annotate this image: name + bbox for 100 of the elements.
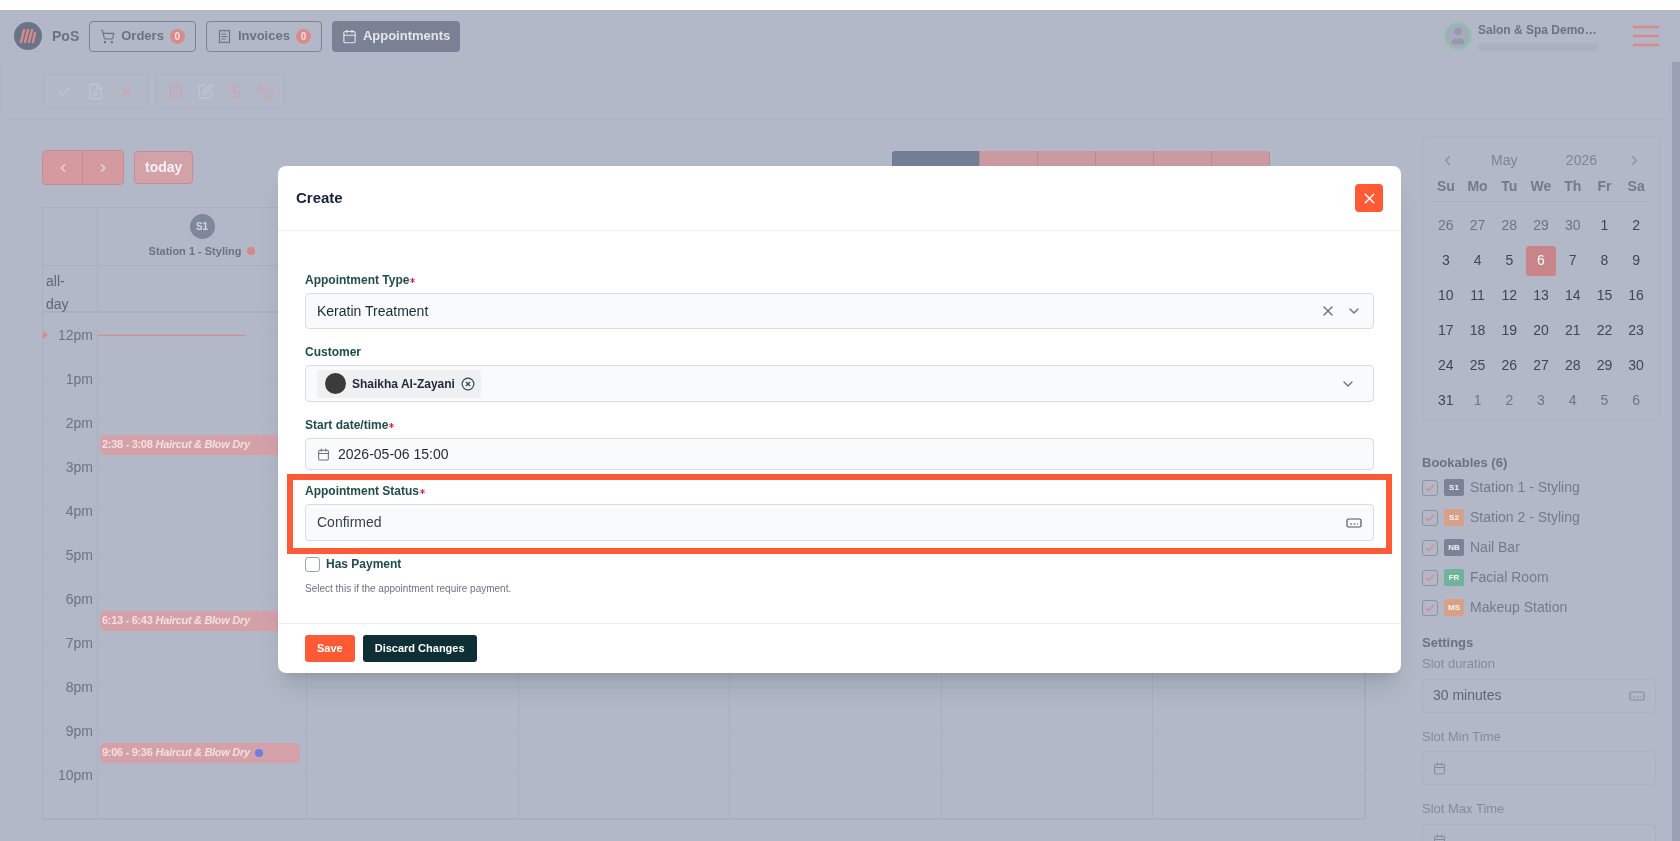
trash-icon[interactable] xyxy=(167,82,184,100)
day-cell[interactable]: 7 xyxy=(1557,245,1588,276)
resource-label: Makeup Station xyxy=(1470,598,1568,617)
select-field[interactable]: Keratin Treatment xyxy=(305,293,1374,329)
select-field[interactable]: 30 minutes xyxy=(1422,678,1656,713)
resource-badge: S1 xyxy=(1444,479,1464,496)
day-cell[interactable]: 17 xyxy=(1430,315,1461,346)
day-cell[interactable]: 28 xyxy=(1494,210,1525,241)
resource-avatar: S1 xyxy=(189,213,215,239)
all-day-label: all-day xyxy=(46,272,70,314)
user-name: Salon & Spa Demo… xyxy=(1478,22,1598,39)
day-cell[interactable]: 6 xyxy=(1526,245,1556,276)
resource-label: Station 2 - Styling xyxy=(1470,508,1580,527)
checkbox[interactable] xyxy=(1422,569,1438,586)
day-cell[interactable]: 25 xyxy=(1462,350,1493,381)
day-cell[interactable]: 18 xyxy=(1462,315,1493,346)
count-badge: 0 xyxy=(169,28,185,44)
day-cell[interactable]: 11 xyxy=(1462,280,1493,311)
section-title: Settings xyxy=(1422,633,1475,652)
weekday-label: Fr xyxy=(1596,177,1613,196)
event-title: Haircut & Blow Dry xyxy=(155,613,250,629)
day-cell[interactable]: 14 xyxy=(1557,280,1588,311)
resource-badge: MS xyxy=(1444,599,1464,616)
close-button[interactable] xyxy=(1355,184,1383,212)
avatar-placeholder xyxy=(325,373,346,394)
day-cell[interactable]: 1 xyxy=(1589,210,1620,241)
discard-button[interactable]: Discard Changes xyxy=(362,635,477,662)
select-icon xyxy=(1629,690,1645,701)
multi-select-field[interactable]: Shaikha Al-Zayani xyxy=(305,365,1374,402)
nav-tab[interactable]: Appointments xyxy=(331,20,461,52)
coins-icon[interactable] xyxy=(257,82,274,100)
event-title: Haircut & Blow Dry xyxy=(155,437,250,453)
nav-tab[interactable]: Invoices 0 xyxy=(205,20,322,52)
field-label: Customer xyxy=(305,344,361,361)
day-cell[interactable]: 20 xyxy=(1526,315,1556,346)
day-cell[interactable]: 23 xyxy=(1621,315,1652,346)
weekday-label: We xyxy=(1529,177,1553,196)
day-cell[interactable]: 30 xyxy=(1621,350,1652,381)
resource-badge: FR xyxy=(1444,569,1464,586)
event-time: 2:38 - 3:08 xyxy=(102,437,153,453)
day-cell[interactable]: 4 xyxy=(1462,245,1493,276)
select-field[interactable]: Confirmed xyxy=(305,504,1374,541)
checkbox[interactable] xyxy=(1422,599,1438,616)
day-cell[interactable]: 27 xyxy=(1526,350,1556,381)
logo-icon xyxy=(14,22,42,50)
checkbox[interactable] xyxy=(1422,509,1438,526)
date-time-field[interactable]: 2026-05-06 15:00 xyxy=(305,438,1374,470)
day-cell[interactable]: 24 xyxy=(1430,350,1461,381)
day-cell[interactable]: 12 xyxy=(1494,280,1525,311)
event-time: 9:06 - 9:36 xyxy=(102,745,153,761)
day-cell[interactable]: 13 xyxy=(1526,280,1556,311)
weekday-label: Th xyxy=(1563,177,1583,196)
day-cell[interactable]: 26 xyxy=(1430,210,1461,241)
resource-badge: S2 xyxy=(1444,509,1464,526)
resource-label: Station 1 - Styling xyxy=(1470,478,1580,497)
time-field[interactable] xyxy=(1422,751,1656,785)
receipt-icon xyxy=(216,28,232,44)
next-button[interactable] xyxy=(83,151,123,184)
weekday-label: Mo xyxy=(1466,177,1489,196)
checkbox[interactable] xyxy=(1422,479,1438,496)
day-cell[interactable]: 8 xyxy=(1589,245,1620,276)
scrollbar[interactable] xyxy=(1672,62,1680,841)
save-button[interactable]: Save xyxy=(305,635,355,662)
day-cell[interactable]: 29 xyxy=(1526,210,1556,241)
weekday-label: Su xyxy=(1435,177,1456,196)
day-cell[interactable]: 2 xyxy=(1621,210,1652,241)
calendar-icon xyxy=(341,28,357,44)
event-title: Haircut & Blow Dry xyxy=(155,745,250,761)
select-icon xyxy=(1346,517,1362,528)
day-cell[interactable]: 3 xyxy=(1430,245,1461,276)
resource-label: Facial Room xyxy=(1470,568,1549,587)
nav-tab[interactable]: Orders 0 xyxy=(89,20,196,52)
day-cell[interactable]: 26 xyxy=(1494,350,1525,381)
resource-label: Nail Bar xyxy=(1470,538,1520,557)
weekday-label: Tu xyxy=(1500,177,1519,196)
menu-icon[interactable] xyxy=(1632,25,1660,47)
day-cell[interactable]: 30 xyxy=(1557,210,1588,241)
day-cell[interactable]: 29 xyxy=(1589,350,1620,381)
field-label: Appointment Type xyxy=(305,272,410,289)
day-cell[interactable]: 28 xyxy=(1557,350,1588,381)
day-cell[interactable]: 19 xyxy=(1494,315,1525,346)
app-label: PoS xyxy=(52,26,80,46)
day-cell[interactable]: 3 xyxy=(1526,385,1556,416)
dialog-title: Create xyxy=(296,187,343,208)
checkbox[interactable] xyxy=(1422,539,1438,556)
previous-button[interactable] xyxy=(43,151,83,184)
day-cell[interactable]: 21 xyxy=(1557,315,1588,346)
resource-badge: NB xyxy=(1444,539,1464,556)
remove-icon[interactable] xyxy=(460,376,475,391)
day-cell[interactable]: 22 xyxy=(1589,315,1620,346)
checkbox[interactable] xyxy=(305,556,320,572)
day-cell[interactable]: 10 xyxy=(1430,280,1461,311)
field-label: Start date/time xyxy=(305,417,389,434)
chip-label: Shaikha Al-Zayani xyxy=(352,375,455,393)
day-cell[interactable]: 6 xyxy=(1621,385,1652,416)
day-cell[interactable]: 5 xyxy=(1494,245,1525,276)
day-cell[interactable]: 9 xyxy=(1621,245,1652,276)
day-cell[interactable]: 31 xyxy=(1430,385,1461,416)
day-cell[interactable]: 15 xyxy=(1589,280,1620,311)
day-cell[interactable]: 16 xyxy=(1621,280,1652,311)
